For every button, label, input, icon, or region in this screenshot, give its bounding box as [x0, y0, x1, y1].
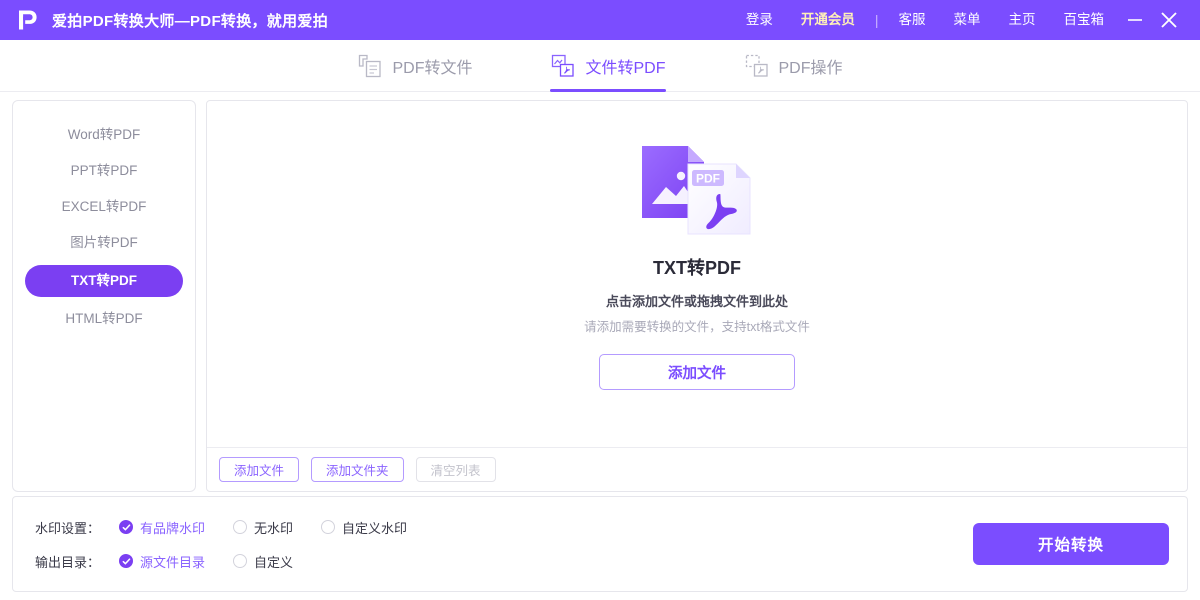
radio-label: 有品牌水印: [140, 520, 206, 536]
toolbar-add-folder-button[interactable]: 添加文件夹: [311, 457, 404, 482]
radio-unchecked-icon: [233, 520, 248, 534]
sidebar-item-txt-to-pdf[interactable]: TXT转PDF: [25, 265, 183, 297]
watermark-setting-row: 水印设置： 有品牌水印 无水印 自定义水印: [35, 518, 435, 537]
sidebar-item-excel-to-pdf[interactable]: EXCEL转PDF: [25, 193, 183, 221]
watermark-option-custom[interactable]: 自定义水印: [321, 518, 407, 537]
sidebar-item-word-to-pdf[interactable]: Word转PDF: [25, 121, 183, 149]
dropzone-hint-secondary: 请添加需要转换的文件，支持txt格式文件: [584, 320, 810, 334]
become-member-link[interactable]: 开通会员: [787, 0, 869, 40]
pdf-operate-icon: [745, 54, 768, 77]
settings-footer: 水印设置： 有品牌水印 无水印 自定义水印 输出目录： 源文件目录 自定义 开始…: [12, 496, 1188, 592]
toolbar-clear-list-button[interactable]: 清空列表: [415, 457, 496, 482]
tab-label: 文件转PDF: [585, 59, 666, 77]
radio-label: 自定义水印: [342, 520, 408, 536]
radio-checked-icon: [119, 520, 133, 534]
radio-unchecked-icon: [321, 520, 336, 534]
txt-to-pdf-document-icon: PDF: [642, 146, 751, 235]
output-option-custom[interactable]: 自定义: [233, 552, 293, 571]
titlebar-nav: 登录 开通会员 | 客服 菜单 主页 百宝箱: [732, 0, 1186, 40]
main-tab-bar: PDF转文件 文件转PDF PDF操作: [0, 40, 1200, 92]
app-title: 爱拍PDF转换大师—PDF转换，就用爱拍: [52, 12, 329, 30]
dropzone-title: TXT转PDF: [653, 258, 741, 278]
watermark-option-branded[interactable]: 有品牌水印: [119, 518, 205, 537]
file-list-panel: PDF TXT转PDF 点击添加文件或拖拽文件到此处 请添加需要转换的文件，支持…: [206, 100, 1188, 492]
pdf-to-file-icon: [359, 54, 382, 77]
radio-unchecked-icon: [233, 554, 248, 568]
customer-service-link[interactable]: 客服: [885, 0, 940, 40]
minimize-icon[interactable]: [1118, 0, 1152, 40]
file-to-pdf-icon: [552, 54, 575, 77]
tab-file-to-pdf[interactable]: 文件转PDF: [548, 40, 667, 92]
output-dir-label: 输出目录：: [35, 554, 101, 570]
sidebar-item-image-to-pdf[interactable]: 图片转PDF: [25, 229, 183, 257]
conversion-type-sidebar: Word转PDF PPT转PDF EXCEL转PDF 图片转PDF TXT转PD…: [12, 100, 196, 492]
radio-label: 源文件目录: [140, 554, 206, 570]
svg-text:PDF: PDF: [696, 172, 720, 186]
tab-pdf-to-file[interactable]: PDF转文件: [355, 40, 474, 92]
radio-checked-icon: [119, 554, 133, 568]
toolbox-link[interactable]: 百宝箱: [1050, 0, 1119, 40]
add-file-button[interactable]: 添加文件: [599, 354, 795, 390]
tab-label: PDF转文件: [392, 59, 473, 77]
settings-group: 水印设置： 有品牌水印 无水印 自定义水印 输出目录： 源文件目录 自定义: [35, 518, 435, 571]
title-bar: 爱拍PDF转换大师—PDF转换，就用爱拍 登录 开通会员 | 客服 菜单 主页 …: [0, 0, 1200, 40]
close-icon[interactable]: [1152, 0, 1186, 40]
aipai-p-logo-icon: [12, 6, 40, 34]
body-area: Word转PDF PPT转PDF EXCEL转PDF 图片转PDF TXT转PD…: [0, 92, 1200, 496]
start-convert-button[interactable]: 开始转换: [973, 523, 1169, 565]
menu-link[interactable]: 菜单: [940, 0, 995, 40]
radio-label: 自定义: [254, 554, 294, 570]
login-link[interactable]: 登录: [732, 0, 787, 40]
output-option-source-dir[interactable]: 源文件目录: [119, 552, 205, 571]
tab-pdf-operate[interactable]: PDF操作: [742, 40, 845, 92]
watermark-option-none[interactable]: 无水印: [233, 518, 293, 537]
file-dropzone[interactable]: PDF TXT转PDF 点击添加文件或拖拽文件到此处 请添加需要转换的文件，支持…: [207, 101, 1187, 447]
panel-toolbar: 添加文件 添加文件夹 清空列表: [207, 447, 1187, 491]
output-dir-setting-row: 输出目录： 源文件目录 自定义: [35, 552, 435, 571]
dropzone-hint-primary: 点击添加文件或拖拽文件到此处: [605, 294, 788, 309]
sidebar-item-html-to-pdf[interactable]: HTML转PDF: [25, 305, 183, 333]
sidebar-item-ppt-to-pdf[interactable]: PPT转PDF: [25, 157, 183, 185]
nav-separator: |: [874, 12, 879, 28]
tab-label: PDF操作: [778, 59, 843, 77]
watermark-label: 水印设置：: [35, 520, 101, 536]
home-link[interactable]: 主页: [995, 0, 1050, 40]
radio-label: 无水印: [254, 520, 294, 536]
toolbar-add-file-button[interactable]: 添加文件: [219, 457, 300, 482]
